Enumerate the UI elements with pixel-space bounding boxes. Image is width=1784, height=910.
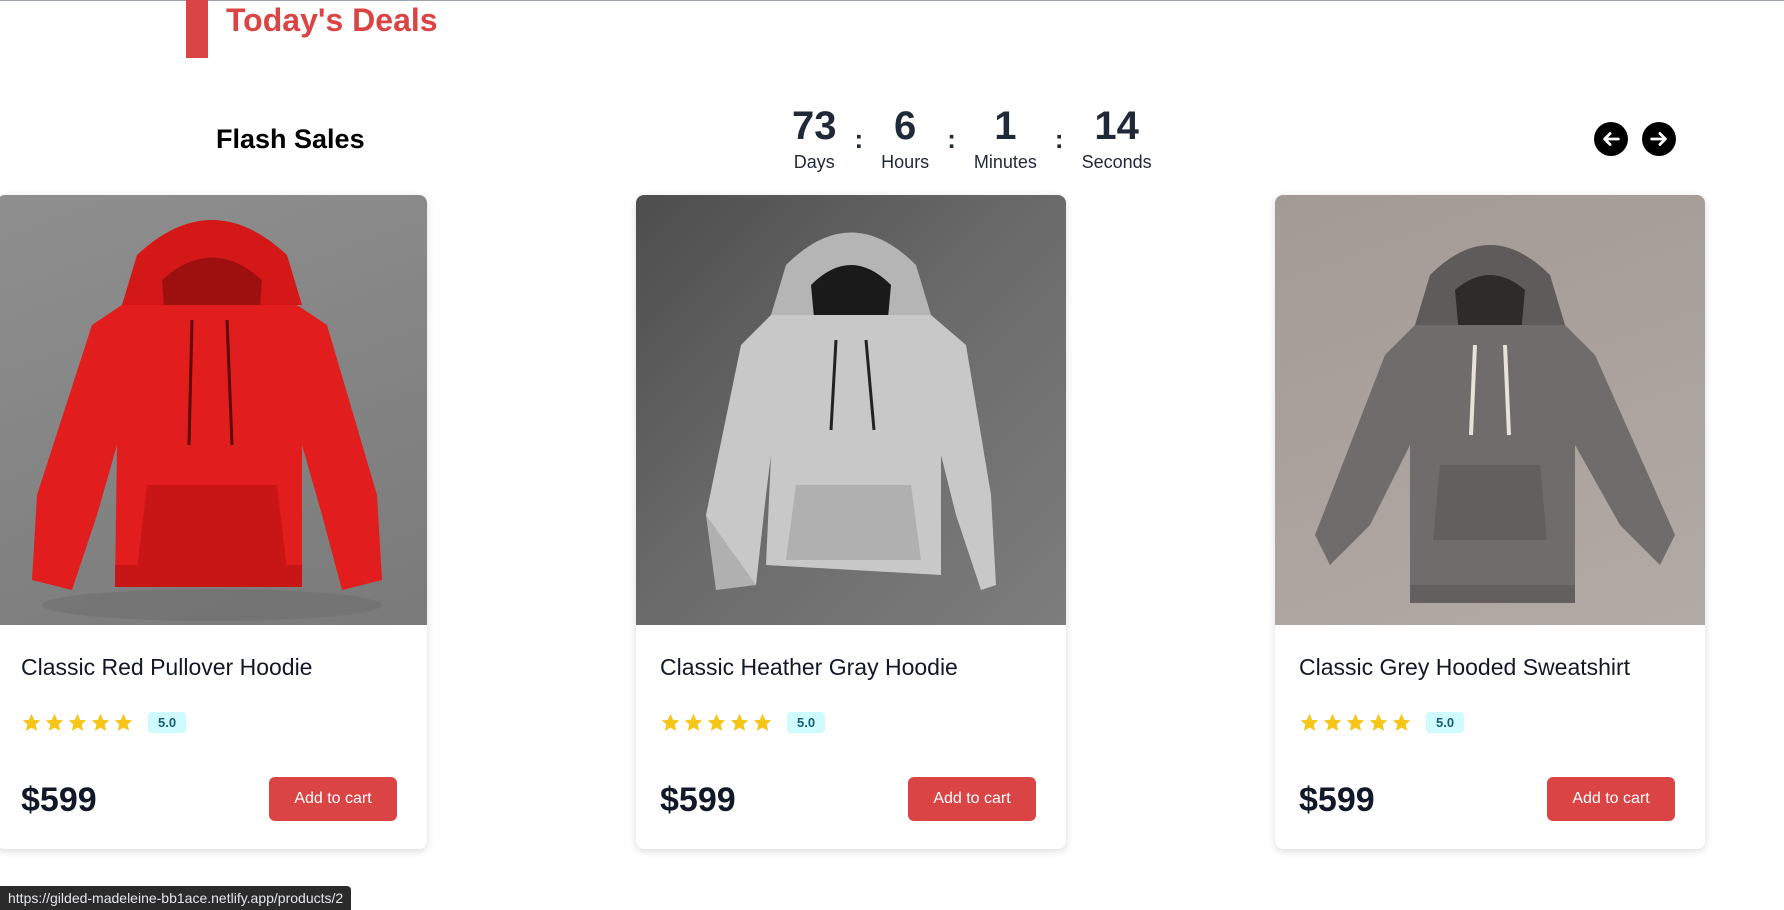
deals-accent-bar — [186, 0, 208, 58]
timer-separator: : — [947, 124, 956, 154]
add-to-cart-button[interactable]: Add to cart — [1547, 777, 1675, 821]
timer-separator: : — [854, 124, 864, 154]
star-icon — [1300, 713, 1319, 731]
product-image[interactable] — [1275, 195, 1705, 625]
rating-stars — [21, 712, 134, 733]
star-icon — [1323, 713, 1342, 731]
add-to-cart-button[interactable]: Add to cart — [908, 777, 1036, 821]
arrow-left-circle-icon — [1603, 132, 1620, 146]
timer-seconds: 14 Seconds — [1082, 104, 1152, 173]
rating-stars — [1299, 712, 1412, 733]
star-icon — [22, 713, 41, 731]
star-icon — [68, 713, 87, 731]
top-border — [0, 0, 1784, 1]
timer-days-label: Days — [793, 152, 835, 172]
product-rating: 5.0 — [1299, 712, 1465, 733]
prev-button[interactable] — [1594, 122, 1628, 156]
star-icon — [1346, 713, 1365, 731]
product-price: $599 — [1299, 781, 1375, 819]
star-icon — [753, 713, 772, 731]
timer-seconds-value: 14 — [1094, 104, 1139, 148]
rating-badge: 5.0 — [148, 712, 187, 733]
rating-badge: 5.0 — [1426, 712, 1465, 733]
red-hoodie-image — [32, 220, 382, 621]
next-button[interactable] — [1642, 122, 1676, 156]
product-price: $599 — [21, 781, 97, 819]
timer-seconds-label: Seconds — [1081, 152, 1152, 172]
gray-hoodie-image — [706, 232, 996, 590]
product-name[interactable]: Classic Red Pullover Hoodie — [21, 654, 312, 681]
timer-minutes: 1 Minutes — [974, 104, 1037, 173]
product-card[interactable]: Classic Red Pullover Hoodie 5.0 $599 Add… — [0, 195, 427, 849]
rating-badge: 5.0 — [787, 712, 826, 733]
grey-sweatshirt-image — [1315, 245, 1675, 603]
arrow-right-circle-icon — [1650, 132, 1667, 146]
add-to-cart-button[interactable]: Add to cart — [269, 777, 397, 821]
product-card[interactable]: Classic Heather Gray Hoodie 5.0 $599 Add… — [636, 195, 1066, 849]
carousel-nav — [1594, 122, 1676, 156]
timer-hours-label: Hours — [881, 152, 930, 172]
product-rating: 5.0 — [660, 712, 826, 733]
product-price: $599 — [660, 781, 736, 819]
countdown-timer: 73 Days : 6 Hours : 1 Minutes : 14 Secon… — [792, 104, 1152, 173]
star-icon — [661, 713, 680, 731]
star-icon — [91, 713, 110, 731]
product-rating: 5.0 — [21, 712, 187, 733]
timer-minutes-value: 1 — [994, 104, 1017, 148]
status-bar-url: https://gilded-madeleine-bb1ace.netlify.… — [0, 886, 352, 910]
rating-stars — [660, 712, 773, 733]
flash-sales-title: Flash Sales — [216, 124, 365, 154]
product-card[interactable]: Classic Grey Hooded Sweatshirt 5.0 $599 … — [1275, 195, 1705, 849]
timer-days: 73 Days — [792, 104, 837, 173]
timer-hours: 6 Hours — [881, 104, 929, 173]
star-icon — [45, 713, 64, 731]
star-icon — [707, 713, 726, 731]
star-icon — [1369, 713, 1388, 731]
section-title: Today's Deals — [226, 2, 438, 38]
product-name[interactable]: Classic Heather Gray Hoodie — [660, 654, 958, 681]
timer-days-value: 73 — [792, 104, 837, 148]
star-icon — [114, 713, 133, 731]
product-name[interactable]: Classic Grey Hooded Sweatshirt — [1299, 654, 1630, 681]
timer-minutes-label: Minutes — [973, 152, 1037, 172]
product-image[interactable] — [0, 195, 427, 625]
timer-hours-value: 6 — [894, 104, 917, 148]
star-icon — [684, 713, 703, 731]
product-image[interactable] — [636, 195, 1066, 625]
timer-separator: : — [1054, 124, 1064, 154]
star-icon — [730, 713, 749, 731]
star-icon — [1392, 713, 1411, 731]
